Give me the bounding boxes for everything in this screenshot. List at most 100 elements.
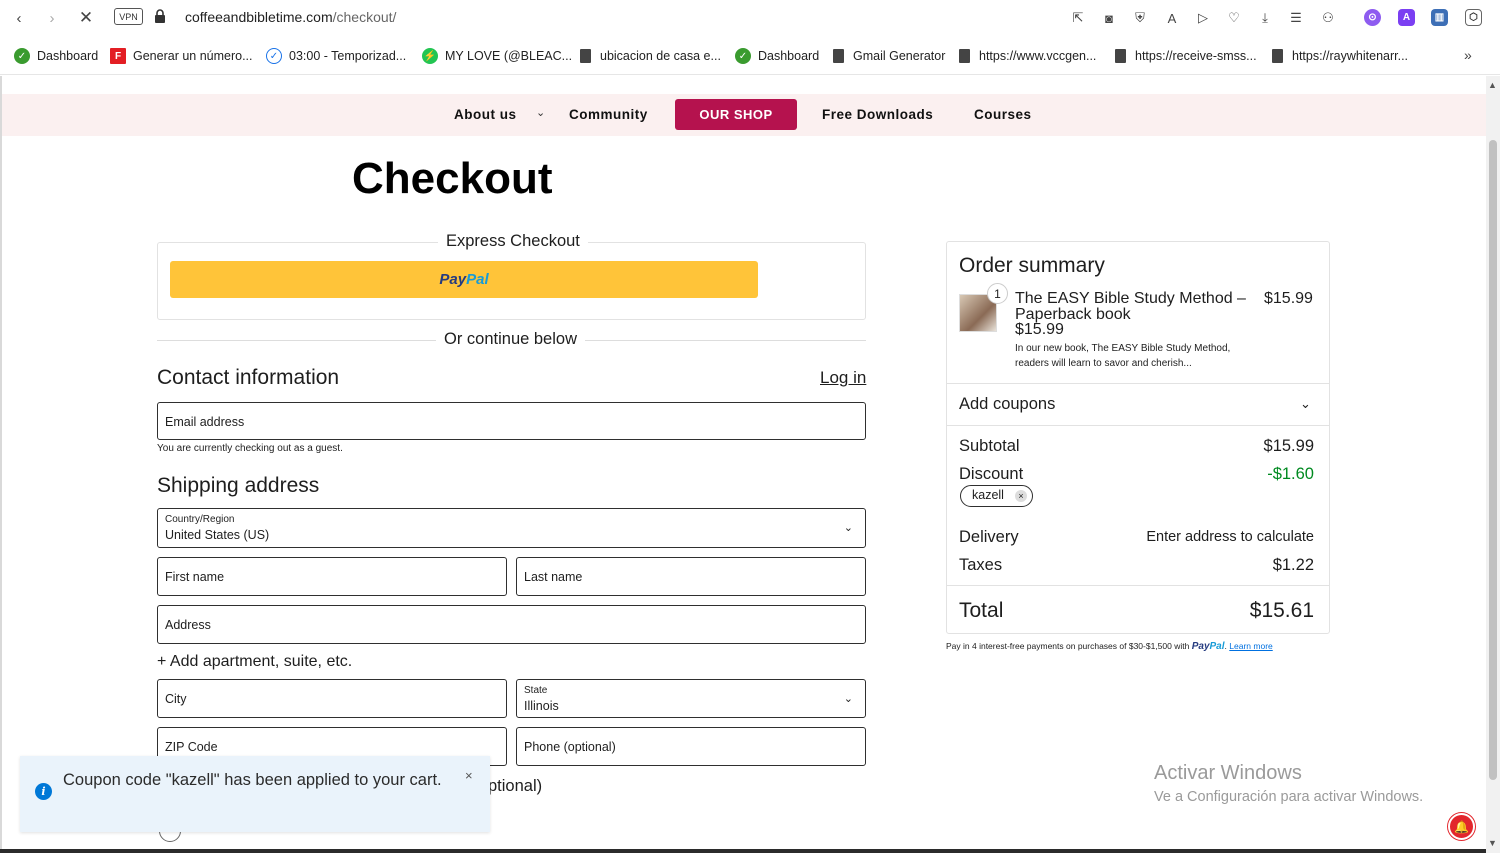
chevron-down-icon: ⌄ bbox=[843, 522, 853, 534]
subtotal-value: $15.99 bbox=[1263, 437, 1314, 455]
taxes-label: Taxes bbox=[959, 556, 1003, 574]
info-icon: i bbox=[35, 783, 52, 800]
share-icon[interactable]: ⇱ bbox=[1069, 9, 1087, 27]
menu-icon[interactable]: ☰ bbox=[1287, 9, 1305, 27]
site-navigation: About us ⌄ Community OUR SHOP Free Downl… bbox=[2, 94, 1486, 136]
lock-icon[interactable] bbox=[154, 9, 166, 23]
page-icon bbox=[959, 49, 970, 63]
remove-coupon-icon[interactable]: × bbox=[1015, 490, 1027, 502]
bookmark-item[interactable]: https://receive-smss... bbox=[1113, 48, 1257, 64]
add-coupons-toggle[interactable]: Add coupons bbox=[959, 395, 1055, 414]
address-bar[interactable]: coffeeandbibletime.com/checkout/ bbox=[185, 9, 396, 25]
check-circle-icon: ✓ bbox=[266, 48, 282, 64]
paypal-logo: PayPal bbox=[1191, 641, 1225, 652]
paypal-button[interactable]: Pay Pal bbox=[170, 261, 758, 298]
forward-icon[interactable]: › bbox=[41, 7, 63, 29]
play-icon[interactable]: ▷ bbox=[1194, 9, 1212, 27]
total-value: $15.61 bbox=[1249, 599, 1314, 622]
windows-activation-watermark: Activar Windows Ve a Configuración para … bbox=[1154, 762, 1424, 805]
nav-community[interactable]: Community bbox=[569, 107, 648, 122]
url-domain: coffeeandbibletime.com bbox=[185, 9, 333, 25]
product-line-price: $15.99 bbox=[1264, 290, 1313, 307]
close-icon[interactable]: × bbox=[465, 768, 473, 783]
bookmarks-bar: ✓ Dashboard F Generar un número... ✓ 03:00 … bbox=[0, 37, 1500, 75]
chevron-double-right-icon[interactable]: » bbox=[1464, 47, 1472, 63]
quantity-badge: 1 bbox=[987, 283, 1008, 304]
shipping-address-heading: Shipping address bbox=[157, 474, 320, 497]
page-icon bbox=[1272, 49, 1283, 63]
add-apartment-link[interactable]: + Add apartment, suite, etc. bbox=[157, 653, 352, 671]
extension-a-icon[interactable]: A bbox=[1398, 9, 1415, 26]
extension-purple-icon[interactable]: ⊙ bbox=[1364, 9, 1381, 26]
bookmark-item[interactable]: Gmail Generator bbox=[831, 48, 945, 64]
shield-icon[interactable]: ⛨ bbox=[1131, 9, 1149, 27]
taxes-value: $1.22 bbox=[1272, 556, 1314, 574]
paypal-paylater-message: Pay in 4 interest-free payments on purch… bbox=[946, 641, 1273, 652]
taskbar-edge bbox=[0, 849, 1486, 853]
browser-toolbar: ‹ › ✕ VPN coffeeandbibletime.com/checkou… bbox=[0, 0, 1500, 37]
nav-courses[interactable]: Courses bbox=[974, 107, 1032, 122]
divider bbox=[947, 383, 1330, 384]
express-checkout-label: Express Checkout bbox=[438, 232, 588, 251]
scrollbar-thumb[interactable] bbox=[1489, 140, 1497, 780]
bookmark-item[interactable]: ubicacion de casa e... bbox=[578, 48, 721, 64]
bookmark-item[interactable]: ✓ Dashboard bbox=[14, 48, 98, 64]
login-link[interactable]: Log in bbox=[820, 368, 866, 388]
chevron-down-icon[interactable]: ⌄ bbox=[536, 106, 545, 119]
contact-info-heading: Contact information bbox=[157, 366, 340, 389]
download-icon[interactable]: ⤓ bbox=[1256, 9, 1274, 27]
heart-icon[interactable]: ♡ bbox=[1225, 9, 1243, 27]
nav-our-shop-button[interactable]: OUR SHOP bbox=[675, 99, 797, 130]
delivery-value: Enter address to calculate bbox=[1146, 529, 1314, 545]
state-select[interactable]: State Illinois ⌄ bbox=[516, 679, 866, 718]
page-icon bbox=[1115, 49, 1126, 63]
bolt-icon: ⚡ bbox=[422, 48, 438, 64]
translate-icon[interactable]: A bbox=[1163, 9, 1181, 27]
profile-icon[interactable]: ⚇ bbox=[1319, 9, 1337, 27]
page-icon bbox=[833, 49, 844, 63]
product-unit-price: $15.99 bbox=[1015, 321, 1064, 338]
optional-label-fragment: ptional) bbox=[488, 777, 543, 795]
bookmark-item[interactable]: F Generar un número... bbox=[110, 48, 253, 64]
bookmark-item[interactable]: ⚡ MY LOVE (@BLEAC... bbox=[422, 48, 572, 64]
scroll-down-icon[interactable]: ▼ bbox=[1488, 838, 1497, 848]
divider bbox=[947, 425, 1330, 426]
back-icon[interactable]: ‹ bbox=[8, 7, 30, 29]
divider bbox=[947, 585, 1330, 586]
last-name-field[interactable]: Last name bbox=[516, 557, 866, 596]
page-title: Checkout bbox=[352, 154, 553, 203]
stop-loading-icon[interactable]: ✕ bbox=[75, 7, 97, 29]
bookmark-item[interactable]: https://www.vccgen... bbox=[957, 48, 1096, 64]
coupon-applied-toast: i Coupon code "kazell" has been applied … bbox=[20, 756, 490, 832]
delivery-label: Delivery bbox=[959, 528, 1019, 546]
f-logo-icon: F bbox=[110, 48, 126, 64]
phone-field[interactable]: Phone (optional) bbox=[516, 727, 866, 766]
order-summary-heading: Order summary bbox=[959, 254, 1105, 277]
bookmark-item[interactable]: https://raywhitenarr... bbox=[1270, 48, 1408, 64]
extensions-cube-icon[interactable]: ⬡ bbox=[1465, 9, 1482, 26]
extension-book-icon[interactable]: ▥ bbox=[1431, 9, 1448, 26]
address-field[interactable]: Address bbox=[157, 605, 866, 644]
notification-bell-icon[interactable]: 🔔 bbox=[1448, 813, 1475, 840]
country-select[interactable]: Country/Region United States (US) ⌄ bbox=[157, 508, 866, 548]
nav-about-us[interactable]: About us bbox=[454, 107, 517, 122]
first-name-field[interactable]: First name bbox=[157, 557, 507, 596]
bookmark-item[interactable]: ✓ Dashboard bbox=[735, 48, 819, 64]
bookmark-item[interactable]: ✓ 03:00 - Temporizad... bbox=[266, 48, 406, 64]
guest-note: You are currently checking out as a gues… bbox=[157, 443, 343, 454]
scroll-up-icon[interactable]: ▲ bbox=[1488, 80, 1497, 90]
page-icon bbox=[580, 49, 591, 63]
chevron-down-icon[interactable]: ⌄ bbox=[1300, 396, 1311, 412]
camera-icon[interactable]: ◙ bbox=[1100, 9, 1118, 27]
learn-more-link[interactable]: Learn more bbox=[1229, 641, 1272, 651]
page-viewport: About us ⌄ Community OUR SHOP Free Downl… bbox=[0, 76, 1486, 853]
subtotal-label: Subtotal bbox=[959, 437, 1020, 455]
toast-message: Coupon code "kazell" has been applied to… bbox=[63, 771, 442, 789]
green-leaf-icon: ✓ bbox=[14, 48, 30, 64]
city-field[interactable]: City bbox=[157, 679, 507, 718]
or-continue-label: Or continue below bbox=[436, 330, 585, 349]
nav-free-downloads[interactable]: Free Downloads bbox=[822, 107, 933, 122]
url-path: /checkout/ bbox=[332, 9, 397, 25]
vpn-badge[interactable]: VPN bbox=[114, 8, 143, 25]
email-field[interactable]: Email address bbox=[157, 402, 866, 440]
